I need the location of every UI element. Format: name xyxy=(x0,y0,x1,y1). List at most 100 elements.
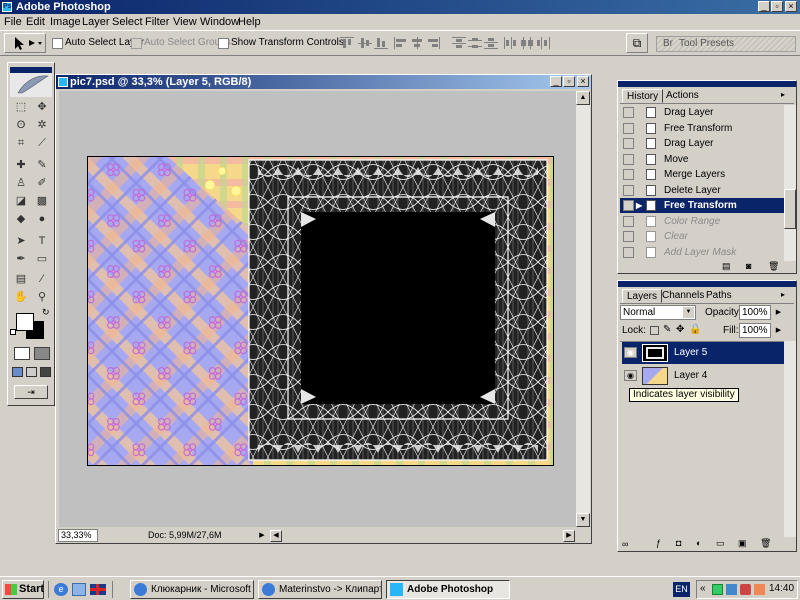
new-layer-icon[interactable]: ▣ xyxy=(738,538,747,549)
history-item[interactable]: Free Transform xyxy=(620,121,798,136)
doc-close-button[interactable]: × xyxy=(577,76,589,87)
shape-tool-icon[interactable]: ▭ xyxy=(34,251,50,267)
marquee-tool-icon[interactable]: ⬚ xyxy=(13,99,29,115)
brushes-tab[interactable]: Br xyxy=(663,38,673,49)
slice-tool-icon[interactable]: ⟋ xyxy=(34,135,50,151)
history-item[interactable]: Add Layer Mask xyxy=(620,245,798,260)
tab-layers[interactable]: Layers xyxy=(622,289,663,303)
new-snapshot-icon[interactable]: ◙ xyxy=(746,261,751,271)
distribute-left-icon[interactable] xyxy=(504,37,518,49)
history-item-selected[interactable]: ▶ Free Transform xyxy=(620,198,784,213)
layers-menu-icon[interactable]: ▸ xyxy=(781,290,785,299)
layer-row[interactable]: ◉ Layer 5 xyxy=(622,342,792,364)
delete-state-icon[interactable]: 🗑 xyxy=(768,261,779,272)
auto-select-layer-checkbox[interactable] xyxy=(52,38,63,49)
opacity-field[interactable]: 100% xyxy=(739,305,771,320)
swap-colors-icon[interactable]: ↻ xyxy=(42,307,50,318)
canvas-area[interactable] xyxy=(59,91,576,527)
fill-arrow-icon[interactable]: ▶ xyxy=(773,324,784,337)
add-mask-icon[interactable]: ◘ xyxy=(676,538,681,548)
history-item[interactable]: Delete Layer xyxy=(620,183,798,198)
tray-volume-icon[interactable] xyxy=(754,584,765,595)
zoom-field[interactable]: 33,33% xyxy=(58,529,98,542)
align-right-icon[interactable] xyxy=(426,37,440,49)
dodge-tool-icon[interactable]: ● xyxy=(34,211,50,227)
distribute-bottom-icon[interactable] xyxy=(484,37,498,49)
distribute-vcenter-icon[interactable] xyxy=(468,37,482,49)
show-transform-controls-checkbox[interactable] xyxy=(218,38,229,49)
eraser-tool-icon[interactable]: ◪ xyxy=(13,193,29,209)
scroll-up-button[interactable]: ▲ xyxy=(576,91,590,105)
palette-well[interactable]: Br Tool Presets xyxy=(656,36,796,52)
history-menu-icon[interactable]: ▸ xyxy=(781,90,785,99)
scroll-down-button[interactable]: ▼ xyxy=(576,513,590,527)
history-palette-header[interactable] xyxy=(618,81,796,87)
menu-image[interactable]: Image xyxy=(50,15,81,29)
tab-paths[interactable]: Paths xyxy=(702,289,736,303)
standard-mode-icon[interactable] xyxy=(14,347,30,360)
distribute-hcenter-icon[interactable] xyxy=(520,37,534,49)
healing-brush-icon[interactable]: ✚ xyxy=(13,157,29,173)
lock-transparency-icon[interactable] xyxy=(650,326,659,335)
align-vcenter-icon[interactable] xyxy=(358,37,372,49)
blur-tool-icon[interactable]: ◆ xyxy=(13,211,29,227)
eye-icon[interactable]: ◉ xyxy=(624,370,637,381)
taskbar-button-ie[interactable]: Клюкарник - Microsoft I... xyxy=(130,580,254,599)
eyedropper-tool-icon[interactable]: ⁄ xyxy=(34,271,50,287)
history-brush-icon[interactable]: ✐ xyxy=(34,175,50,191)
adjustment-layer-icon[interactable]: ◐ xyxy=(696,538,701,548)
brush-tool-icon[interactable]: ✎ xyxy=(34,157,50,173)
lasso-tool-icon[interactable]: ʘ xyxy=(13,117,29,133)
full-screen-menu-mode-icon[interactable] xyxy=(26,367,37,377)
history-scrollbar[interactable] xyxy=(784,105,796,261)
maximize-button[interactable]: ▫ xyxy=(771,1,783,12)
clock[interactable]: 14:40 xyxy=(769,583,794,594)
start-button[interactable]: Start xyxy=(2,580,44,599)
crop-tool-icon[interactable]: ⌗ xyxy=(13,135,29,151)
close-button[interactable]: × xyxy=(785,1,797,12)
quick-mask-mode-icon[interactable] xyxy=(34,347,50,360)
menu-view[interactable]: View xyxy=(173,15,197,29)
magic-wand-tool-icon[interactable]: ✲ xyxy=(34,117,50,133)
lock-position-icon[interactable]: ✥ xyxy=(676,324,684,335)
language-indicator[interactable]: EN xyxy=(673,582,690,597)
tool-presets-tab[interactable]: Tool Presets xyxy=(679,38,734,49)
history-item[interactable]: Drag Layer xyxy=(620,136,798,151)
eye-icon[interactable]: ◉ xyxy=(624,347,637,358)
tray-app-icon[interactable] xyxy=(740,584,751,595)
opacity-arrow-icon[interactable]: ▶ xyxy=(773,306,784,319)
pen-tool-icon[interactable]: ✒ xyxy=(13,251,29,267)
doc-minimize-button[interactable]: _ xyxy=(550,76,562,87)
new-document-from-state-icon[interactable]: ▤ xyxy=(722,261,731,272)
full-screen-mode-icon[interactable] xyxy=(40,367,51,377)
hand-tool-icon[interactable]: ✋ xyxy=(13,289,29,305)
palette-well-icon[interactable]: ⧉ xyxy=(626,33,648,53)
clone-stamp-icon[interactable]: ♙ xyxy=(13,175,29,191)
distribute-right-icon[interactable] xyxy=(536,37,550,49)
tab-actions[interactable]: Actions xyxy=(662,89,703,103)
tool-preset-picker[interactable] xyxy=(4,33,46,53)
menu-layer[interactable]: Layer xyxy=(82,15,110,29)
standard-screen-mode-icon[interactable] xyxy=(12,367,23,377)
taskbar-button-photoshop[interactable]: Adobe Photoshop xyxy=(386,580,510,599)
uk-flag-icon[interactable] xyxy=(90,584,106,595)
move-tool-icon[interactable]: ✥ xyxy=(34,99,50,115)
tray-chevron-icon[interactable]: « xyxy=(700,583,706,594)
align-bottom-icon[interactable] xyxy=(374,37,388,49)
zoom-tool-icon[interactable]: ⚲ xyxy=(34,289,50,305)
tray-network-icon[interactable] xyxy=(726,584,737,595)
distribute-top-icon[interactable] xyxy=(452,37,466,49)
tab-history[interactable]: History xyxy=(622,89,664,103)
status-menu-arrow-icon[interactable]: ▶ xyxy=(256,530,268,542)
tab-channels[interactable]: Channels xyxy=(658,289,708,303)
taskbar-button-ie-2[interactable]: Materinstvo -> Клипарт... xyxy=(258,580,382,599)
history-item[interactable]: Merge Layers xyxy=(620,167,798,182)
type-tool-icon[interactable]: T xyxy=(34,233,50,249)
align-hcenter-icon[interactable] xyxy=(410,37,424,49)
layers-scrollbar[interactable] xyxy=(784,341,796,537)
doc-maximize-button[interactable]: ▫ xyxy=(563,76,575,87)
menu-window[interactable]: Window xyxy=(200,15,239,29)
history-item[interactable]: Clear xyxy=(620,229,798,244)
ie-icon[interactable]: e xyxy=(54,583,68,596)
history-item[interactable]: Color Range xyxy=(620,214,798,229)
